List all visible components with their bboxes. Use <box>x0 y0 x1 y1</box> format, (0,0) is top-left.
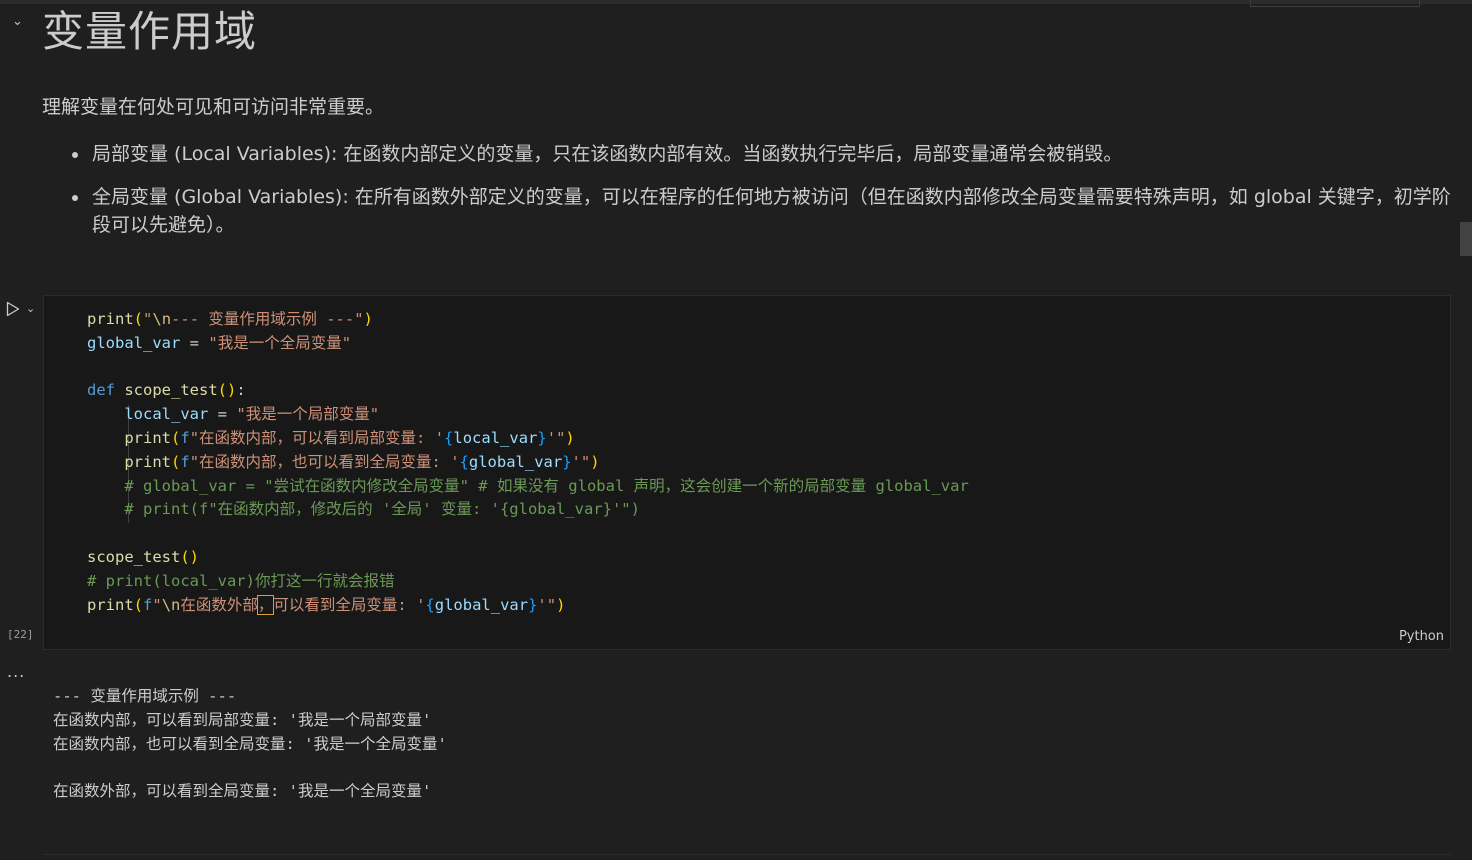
language-label[interactable]: Python <box>1399 629 1444 644</box>
find-widget-edge <box>1250 0 1420 7</box>
cell-output: --- 变量作用域示例 --- 在函数内部，可以看到局部变量: '我是一个局部变量… <box>53 685 447 804</box>
code-line[interactable]: print(f"在函数内部，可以看到局部变量: '{local_var}'") <box>87 427 969 451</box>
code-line[interactable]: ​ <box>87 356 969 380</box>
code-line[interactable]: local_var = "我是一个局部变量" <box>87 403 969 427</box>
code-cell-editor[interactable]: print("\n--- 变量作用域示例 ---") global_var = "… <box>43 295 1451 650</box>
output-menu-ellipsis-icon[interactable]: ... <box>7 662 25 681</box>
code-line[interactable]: print(f"在函数内部，也可以看到全局变量: '{global_var}'"… <box>87 451 969 475</box>
code-line[interactable]: ​ <box>87 522 969 546</box>
output-line: --- 变量作用域示例 --- <box>53 687 237 705</box>
output-line: ​ <box>53 756 447 780</box>
markdown-intro: 理解变量在何处可见和可访问非常重要。 <box>42 96 385 118</box>
run-options-chevron-down-icon[interactable]: ⌄ <box>26 302 35 316</box>
output-line: 在函数内部，也可以看到全局变量: '我是一个全局变量' <box>53 734 447 753</box>
output-line: 在函数外部，可以看到全局变量: '我是一个全局变量' <box>53 782 432 801</box>
code-lines[interactable]: print("\n--- 变量作用域示例 ---") global_var = "… <box>87 308 969 617</box>
output-line: 在函数内部，可以看到局部变量: '我是一个局部变量' <box>53 710 432 729</box>
code-line[interactable]: def scope_test(): <box>87 379 969 403</box>
code-line[interactable]: global_var = "我是一个全局变量" <box>87 332 969 356</box>
code-line[interactable]: # print(f"在函数内部，修改后的 '全局' 变量: '{global_v… <box>87 498 969 522</box>
bullet-local-variables: 局部变量 (Local Variables): 在函数内部定义的变量，只在该函数… <box>72 140 1462 168</box>
code-line[interactable]: scope_test() <box>87 546 969 570</box>
scrollbar-thumb[interactable] <box>1460 222 1472 256</box>
execution-count: [22] <box>7 628 34 641</box>
code-line[interactable]: # global_var = "尝试在函数内修改全局变量" # 如果没有 glo… <box>87 475 968 499</box>
collapse-section-chevron-down-icon[interactable]: ⌄ <box>12 15 23 29</box>
next-cell-border <box>43 854 1451 860</box>
markdown-heading: 变量作用域 <box>42 7 258 56</box>
run-play-icon[interactable] <box>5 301 21 317</box>
code-line[interactable]: print(f"\n在函数外部，可以看到全局变量: '{global_var}'… <box>87 594 969 618</box>
code-line[interactable]: print("\n--- 变量作用域示例 ---") <box>87 308 969 332</box>
markdown-bullet-list: 局部变量 (Local Variables): 在函数内部定义的变量，只在该函数… <box>72 140 1462 254</box>
bullet-global-variables: 全局变量 (Global Variables): 在所有函数外部定义的变量，可以… <box>72 183 1462 239</box>
code-line[interactable]: # print(local_var)你打这一行就会报错 <box>87 570 969 594</box>
